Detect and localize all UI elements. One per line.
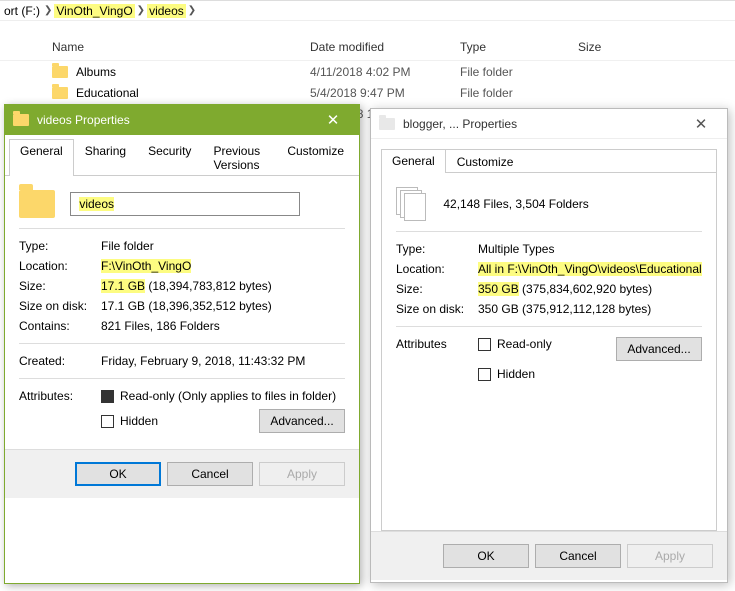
videos-properties-dialog: videos Properties ✕ General Sharing Secu… bbox=[4, 104, 360, 584]
hidden-label: Hidden bbox=[120, 414, 158, 428]
dialog-title: videos Properties bbox=[37, 113, 315, 127]
file-name: Albums bbox=[76, 65, 116, 79]
file-name: Educational bbox=[76, 86, 139, 100]
value-contains: 821 Files, 186 Folders bbox=[101, 319, 345, 333]
value-created: Friday, February 9, 2018, 11:43:32 PM bbox=[101, 354, 345, 368]
chevron-right-icon: ❯ bbox=[42, 5, 54, 16]
apply-button[interactable]: Apply bbox=[627, 544, 713, 568]
titlebar[interactable]: videos Properties ✕ bbox=[5, 105, 359, 135]
header-name[interactable]: Name bbox=[52, 40, 310, 54]
readonly-checkbox[interactable] bbox=[478, 338, 491, 351]
label-type: Type: bbox=[396, 242, 478, 256]
tab-customize[interactable]: Customize bbox=[276, 139, 355, 176]
folder-icon bbox=[52, 87, 68, 99]
label-attributes: Attributes: bbox=[19, 389, 101, 433]
label-attributes: Attributes bbox=[396, 337, 478, 381]
tab-security[interactable]: Security bbox=[137, 139, 202, 176]
breadcrumb[interactable]: ort (F:) ❯ VinOth_VingO ❯ videos ❯ bbox=[0, 1, 735, 21]
label-contains: Contains: bbox=[19, 319, 101, 333]
hidden-label: Hidden bbox=[497, 367, 535, 381]
close-icon[interactable]: ✕ bbox=[315, 111, 351, 129]
cancel-button[interactable]: Cancel bbox=[167, 462, 253, 486]
label-type: Type: bbox=[19, 239, 101, 253]
breadcrumb-part[interactable]: ort (F:) bbox=[2, 4, 42, 18]
file-date: 5/4/2018 9:47 PM bbox=[310, 86, 460, 100]
folder-icon bbox=[13, 114, 29, 126]
tabs: General Sharing Security Previous Versio… bbox=[5, 135, 359, 176]
readonly-label: Read-only bbox=[497, 337, 552, 351]
header-date[interactable]: Date modified bbox=[310, 40, 460, 54]
value-location: All in F:\VinOth_VingO\videos\Educationa… bbox=[478, 262, 702, 276]
list-item[interactable]: Albums 4/11/2018 4:02 PM File folder bbox=[0, 61, 735, 82]
tab-general[interactable]: General bbox=[9, 139, 74, 176]
folder-name-text: videos bbox=[79, 197, 114, 211]
tab-customize[interactable]: Customize bbox=[446, 150, 525, 173]
value-size-on-disk: 350 GB (375,912,112,128 bytes) bbox=[478, 302, 702, 316]
advanced-button[interactable]: Advanced... bbox=[259, 409, 345, 433]
label-size: Size: bbox=[19, 279, 101, 293]
file-type: File folder bbox=[460, 86, 578, 100]
chevron-right-icon: ❯ bbox=[186, 5, 198, 16]
label-size-on-disk: Size on disk: bbox=[19, 299, 101, 313]
tab-sharing[interactable]: Sharing bbox=[74, 139, 137, 176]
folder-icon bbox=[52, 66, 68, 78]
advanced-button[interactable]: Advanced... bbox=[616, 337, 702, 361]
folder-icon bbox=[19, 190, 55, 218]
header-size[interactable]: Size bbox=[578, 40, 658, 54]
multiple-items-properties-dialog: blogger, ... Properties ✕ General Custom… bbox=[370, 108, 728, 583]
file-count-text: 42,148 Files, 3,504 Folders bbox=[443, 197, 588, 211]
value-size: 350 GB (375,834,602,920 bytes) bbox=[478, 282, 702, 296]
value-type: File folder bbox=[101, 239, 345, 253]
value-size: 17.1 GB (18,394,783,812 bytes) bbox=[101, 279, 345, 293]
tab-general[interactable]: General bbox=[382, 150, 446, 173]
file-type: File folder bbox=[460, 65, 578, 79]
breadcrumb-part[interactable]: videos bbox=[147, 4, 186, 18]
label-size-on-disk: Size on disk: bbox=[396, 302, 478, 316]
label-created: Created: bbox=[19, 354, 101, 368]
readonly-checkbox[interactable] bbox=[101, 390, 114, 403]
close-icon[interactable]: ✕ bbox=[683, 115, 719, 133]
titlebar[interactable]: blogger, ... Properties ✕ bbox=[371, 109, 727, 139]
file-date: 4/11/2018 4:02 PM bbox=[310, 65, 460, 79]
value-location: F:\VinOth_VingO bbox=[101, 259, 345, 273]
ok-button[interactable]: OK bbox=[75, 462, 161, 486]
ok-button[interactable]: OK bbox=[443, 544, 529, 568]
hidden-checkbox[interactable] bbox=[478, 368, 491, 381]
list-item[interactable]: Educational 5/4/2018 9:47 PM File folder bbox=[0, 82, 735, 103]
dialog-title: blogger, ... Properties bbox=[403, 117, 683, 131]
readonly-label: Read-only (Only applies to files in fold… bbox=[120, 389, 336, 403]
tab-previous-versions[interactable]: Previous Versions bbox=[202, 139, 276, 176]
label-size: Size: bbox=[396, 282, 478, 296]
folder-icon bbox=[379, 118, 395, 130]
folder-name-input[interactable]: videos bbox=[70, 192, 300, 216]
label-location: Location: bbox=[19, 259, 101, 273]
value-type: Multiple Types bbox=[478, 242, 702, 256]
column-headers: Name Date modified Type Size bbox=[0, 33, 735, 61]
apply-button[interactable]: Apply bbox=[259, 462, 345, 486]
hidden-checkbox[interactable] bbox=[101, 415, 114, 428]
breadcrumb-part[interactable]: VinOth_VingO bbox=[54, 4, 134, 18]
file-stack-icon bbox=[396, 187, 428, 221]
header-type[interactable]: Type bbox=[460, 40, 578, 54]
label-location: Location: bbox=[396, 262, 478, 276]
cancel-button[interactable]: Cancel bbox=[535, 544, 621, 568]
chevron-right-icon: ❯ bbox=[135, 5, 147, 16]
value-size-on-disk: 17.1 GB (18,396,352,512 bytes) bbox=[101, 299, 345, 313]
